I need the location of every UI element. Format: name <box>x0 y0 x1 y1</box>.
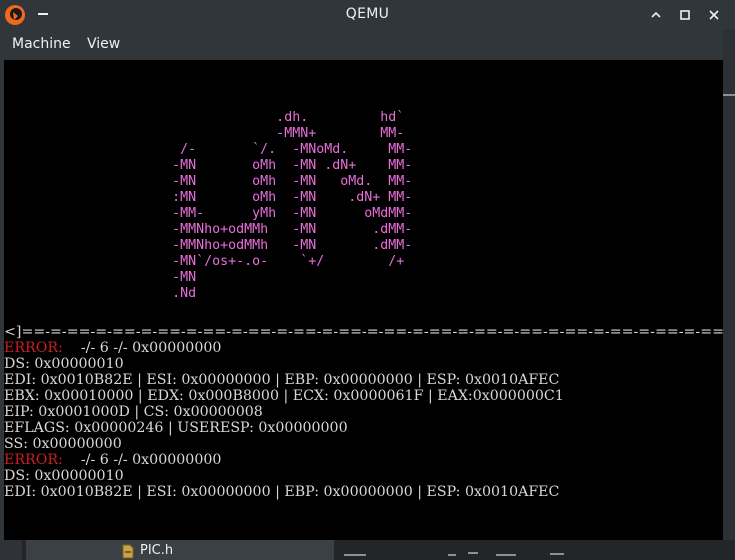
ascii-logo-line: -MN`/os+-.o- `+/ /+ <box>4 254 405 269</box>
ascii-logo-line: :MN oMh -MN .dN+ MM- <box>4 190 413 205</box>
ascii-logo-line: -MN oMh -MN oMd. MM- <box>4 174 413 189</box>
background-panel <box>0 540 22 560</box>
console-line: DS: 0x00000010 <box>4 468 723 484</box>
console-text: EIP: 0x0001000D | CS: 0x00000008 <box>4 404 263 420</box>
ascii-logo-line: .Nd <box>4 286 197 301</box>
vm-display[interactable]: .dh. hd` -MMN+ MM- /- `/. -MNoMd. MM- -M… <box>4 60 723 540</box>
console-prefix: <] <box>4 324 22 340</box>
console-line: ERROR: -/- 6 -/- 0x00000000 <box>4 340 723 356</box>
console-line: EFLAGS: 0x00000246 | USERESP: 0x00000000 <box>4 420 723 436</box>
console-output: <]==-=-==-=-==-=-==-=-==-=-==-=-==-=-==-… <box>4 324 723 500</box>
background-editor-content <box>340 546 735 560</box>
console-text: -/- 6 -/- 0x00000000 <box>62 452 222 468</box>
close-icon <box>709 10 719 20</box>
ascii-logo-line: -MN <box>4 270 197 285</box>
editor-tab-label[interactable]: PIC.h <box>140 543 173 558</box>
console-line: <]==-=-==-=-==-=-==-=-==-=-==-=-==-=-==-… <box>4 324 723 340</box>
background-window-marker <box>723 94 735 96</box>
console-line: EBX: 0x00010000 | EDX: 0x000B8000 | ECX:… <box>4 388 723 404</box>
console-text: EDI: 0x0010B82E | ESI: 0x00000000 | EBP:… <box>4 372 560 388</box>
console-text: EBX: 0x00010000 | EDX: 0x000B8000 | ECX:… <box>4 388 564 404</box>
maximize-button[interactable] <box>676 6 694 24</box>
console-text: DS: 0x00000010 <box>4 356 124 372</box>
ascii-logo-line: .dh. hd` <box>4 110 405 125</box>
console-line: DS: 0x00000010 <box>4 356 723 372</box>
window-title: QEMU <box>345 6 390 22</box>
console-text: EFLAGS: 0x00000246 | USERESP: 0x00000000 <box>4 420 348 436</box>
console-line: ERROR: -/- 6 -/- 0x00000000 <box>4 452 723 468</box>
console-text: ==-=-==-=-==-=-==-=-==-=-==-=-==-=-==-=-… <box>21 324 723 340</box>
console-text: EDI: 0x0010B82E | ESI: 0x00000000 | EBP:… <box>4 484 560 500</box>
menu-bar: Machine View <box>0 30 723 58</box>
ascii-logo-line: -MN oMh -MN .dN+ MM- <box>4 158 413 173</box>
console-text: DS: 0x00000010 <box>4 468 124 484</box>
close-button[interactable] <box>705 6 723 24</box>
ascii-logo-line: -MMNho+odMMh -MN .dMM- <box>4 238 413 253</box>
chevron-up-button[interactable] <box>647 6 665 24</box>
background-editor-bar: PIC.h <box>0 540 735 560</box>
console-line: SS: 0x00000000 <box>4 436 723 452</box>
background-window-edge <box>723 30 735 540</box>
console-text: SS: 0x00000000 <box>4 436 122 452</box>
menu-machine[interactable]: Machine <box>12 36 71 52</box>
editor-tab[interactable] <box>26 540 334 560</box>
console-line: EDI: 0x0010B82E | ESI: 0x00000000 | EBP:… <box>4 372 723 388</box>
error-label: ERROR: <box>4 452 63 468</box>
menu-view[interactable]: View <box>87 36 120 52</box>
ascii-logo-line: /- `/. -MNoMd. MM- <box>4 142 413 157</box>
window-titlebar[interactable]: QEMU <box>0 0 735 30</box>
error-label: ERROR: <box>4 340 63 356</box>
console-line: EIP: 0x0001000D | CS: 0x00000008 <box>4 404 723 420</box>
console-text: -/- 6 -/- 0x00000000 <box>62 340 222 356</box>
ascii-logo-line: -MM- yMh -MN oMdMM- <box>4 206 413 221</box>
ascii-logo: .dh. hd` -MMN+ MM- /- `/. -MNoMd. MM- -M… <box>4 110 723 302</box>
ascii-logo-line: -MMNho+odMMh -MN .dMM- <box>4 222 413 237</box>
console-line: EDI: 0x0010B82E | ESI: 0x00000000 | EBP:… <box>4 484 723 500</box>
maximize-icon <box>680 10 690 20</box>
header-file-icon <box>122 544 134 559</box>
ascii-logo-line: -MMN+ MM- <box>4 126 405 141</box>
chevron-up-icon <box>651 11 661 18</box>
